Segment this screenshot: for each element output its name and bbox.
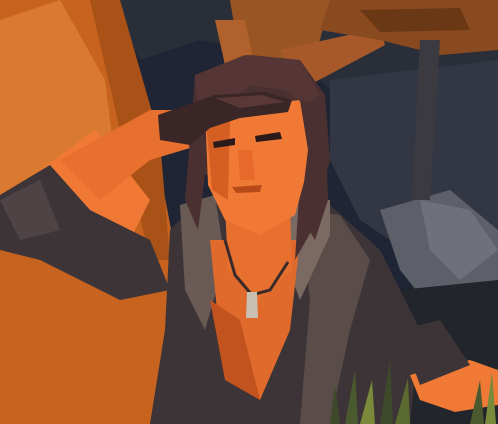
scene-render bbox=[0, 0, 498, 424]
necklace-pendant bbox=[246, 292, 258, 318]
game-viewport bbox=[0, 0, 498, 424]
nose bbox=[238, 150, 255, 180]
